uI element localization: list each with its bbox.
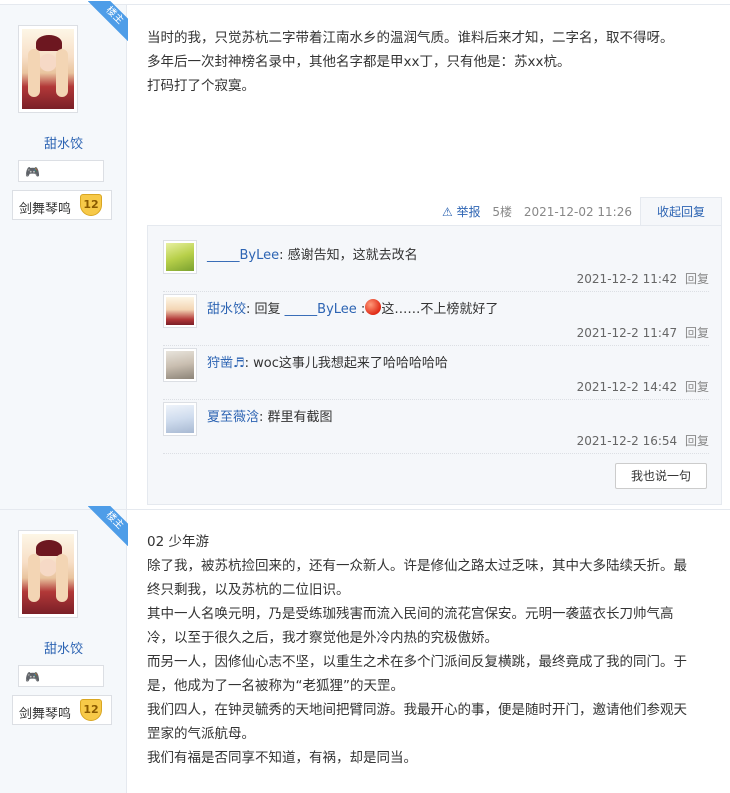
username[interactable]: 甜水饺 — [0, 638, 127, 657]
reply-avatar[interactable] — [163, 348, 197, 382]
post-paragraph: 除了我，被苏杭捡回来的，还有一众新人。许是修仙之路太过乏味，其中大多陆续夭折。最 — [147, 558, 687, 574]
reply-username[interactable]: 甜水饺 — [207, 302, 246, 317]
level-shield-icon: 12 — [80, 194, 102, 216]
reply-meta: 2021-12-2 11:47 回复 — [577, 324, 709, 341]
post-time: 2021-12-02 11:26 — [523, 205, 632, 219]
say-something-button[interactable]: 我也说一句 — [615, 463, 707, 489]
avatar[interactable] — [18, 25, 78, 113]
level-title: 剑舞琴鸣 — [19, 202, 72, 217]
reply-username[interactable]: 狩凿♬ — [207, 356, 245, 371]
avatar-image — [22, 534, 74, 614]
post-floor-5: 楼主 甜水饺 🎮 剑舞琴鸣 12 当时的我，只觉苏杭二字带着江南水乡的温润气质。… — [0, 1, 730, 509]
reply-text: 夏至薇浛: 群里有截图 — [207, 410, 333, 425]
post-paragraph: 打码打了个寂寞。 — [147, 78, 255, 94]
reply-time: 2021-12-2 16:54 — [576, 434, 678, 448]
post-floor: 楼主 甜水饺 🎮 剑舞琴鸣 12 02 少年游 除了我，被苏杭捡回来的，还有一众… — [0, 506, 730, 793]
reply-meta: 2021-12-2 11:42 回复 — [577, 270, 709, 287]
reply-button[interactable]: 回复 — [685, 434, 709, 448]
reply-avatar[interactable] — [163, 402, 197, 436]
reply-meta: 2021-12-2 14:42 回复 — [577, 378, 709, 395]
post-meta: ⚠ 举报 5楼 2021-12-02 11:26 — [442, 203, 632, 220]
post-paragraph: 而另一人，因修仙心志不坚，以重生之术在多个门派间反复横跳，最终竟成了我的同门。于 — [147, 654, 687, 670]
op-badge: 楼主 — [88, 506, 128, 546]
gamepad-icon: 🎮 — [25, 165, 40, 179]
avatar-image — [22, 29, 74, 109]
post-paragraph: 多年后一次封神榜名录中，其他名字都是甲xx丁，只有他是：苏xx杭。 — [147, 54, 571, 70]
reply-username[interactable]: 夏至薇浛 — [207, 410, 259, 425]
reply-list: _____ByLee: 感谢告知，这就去改名 2021-12-2 11:42 回… — [147, 225, 722, 505]
floor-number: 5楼 — [492, 205, 513, 219]
report-link[interactable]: ⚠ 举报 — [442, 205, 481, 219]
collapse-replies-button[interactable]: 收起回复 — [640, 197, 722, 227]
reply-item: 狩凿♬: woc这事儿我想起来了哈哈哈哈哈 2021-12-2 14:42 回复 — [163, 346, 709, 400]
post-paragraph: 罡家的气派航母。 — [147, 726, 255, 742]
reply-button[interactable]: 回复 — [685, 380, 709, 394]
emoji-ball-icon — [365, 299, 382, 315]
reply-time: 2021-12-2 11:47 — [576, 326, 678, 340]
reply-button[interactable]: 回复 — [685, 326, 709, 340]
reply-text: _____ByLee: 感谢告知，这就去改名 — [207, 248, 418, 263]
post-paragraph: 终只剩我，以及苏杭的二位旧识。 — [147, 582, 350, 598]
op-badge: 楼主 — [88, 1, 128, 41]
post-paragraph: 我们有福是否同享不知道，有祸，却是同当。 — [147, 750, 417, 766]
game-badge[interactable]: 🎮 — [18, 160, 104, 182]
reply-item: _____ByLee: 感谢告知，这就去改名 2021-12-2 11:42 回… — [163, 238, 709, 292]
reply-target-username[interactable]: _____ByLee — [285, 302, 357, 317]
level-badge[interactable]: 剑舞琴鸣 12 — [12, 695, 112, 725]
reply-text: 狩凿♬: woc这事儿我想起来了哈哈哈哈哈 — [207, 356, 448, 371]
post-paragraph: 我们四人，在钟灵毓秀的天地间把臂同游。我最开心的事，便是随时开门，邀请他们参观天 — [147, 702, 687, 718]
level-title: 剑舞琴鸣 — [19, 707, 72, 722]
gamepad-icon: 🎮 — [25, 670, 40, 684]
post-content: 02 少年游 除了我，被苏杭捡回来的，还有一众新人。许是修仙之路太过乏味，其中大… — [147, 530, 720, 770]
reply-avatar[interactable] — [163, 294, 197, 328]
reply-time: 2021-12-2 14:42 — [576, 380, 678, 394]
post-paragraph: 02 少年游 — [147, 534, 209, 550]
level-shield-icon: 12 — [80, 699, 102, 721]
post-content: 当时的我，只觉苏杭二字带着江南水乡的温润气质。谁料后来才知，二字名，取不得呀。 … — [147, 26, 720, 98]
reply-avatar[interactable] — [163, 240, 197, 274]
reply-item: 甜水饺: 回复 _____ByLee : 这……不上榜就好了 2021-12-2 … — [163, 292, 709, 346]
reply-text: 甜水饺: 回复 _____ByLee : 这……不上榜就好了 — [207, 298, 498, 317]
avatar[interactable] — [18, 530, 78, 618]
username[interactable]: 甜水饺 — [0, 133, 127, 152]
reply-username[interactable]: _____ByLee — [207, 248, 279, 263]
post-paragraph: 是，他成为了一名被称为“老狐狸”的天罡。 — [147, 678, 404, 694]
game-badge[interactable]: 🎮 — [18, 665, 104, 687]
post-paragraph: 其中一人名唤元明，乃是受练珈残害而流入民间的流花宫保安。元明一袭蓝衣长刀帅气高 — [147, 606, 674, 622]
post-paragraph: 当时的我，只觉苏杭二字带着江南水乡的温润气质。谁料后来才知，二字名，取不得呀。 — [147, 30, 674, 46]
reply-time: 2021-12-2 11:42 — [576, 272, 678, 286]
level-badge[interactable]: 剑舞琴鸣 12 — [12, 190, 112, 220]
post-paragraph: 冷，以至于很久之后，我才察觉他是外冷内热的究极傲娇。 — [147, 630, 498, 646]
reply-button[interactable]: 回复 — [685, 272, 709, 286]
user-sidebar: 楼主 甜水饺 🎮 剑舞琴鸣 12 — [0, 506, 128, 793]
user-sidebar: 楼主 甜水饺 🎮 剑舞琴鸣 12 — [0, 1, 128, 509]
post-tail: ⚠ 举报 5楼 2021-12-02 11:26 收起回复 — [147, 197, 722, 227]
reply-item: 夏至薇浛: 群里有截图 2021-12-2 16:54 回复 — [163, 400, 709, 454]
reply-meta: 2021-12-2 16:54 回复 — [577, 432, 709, 449]
